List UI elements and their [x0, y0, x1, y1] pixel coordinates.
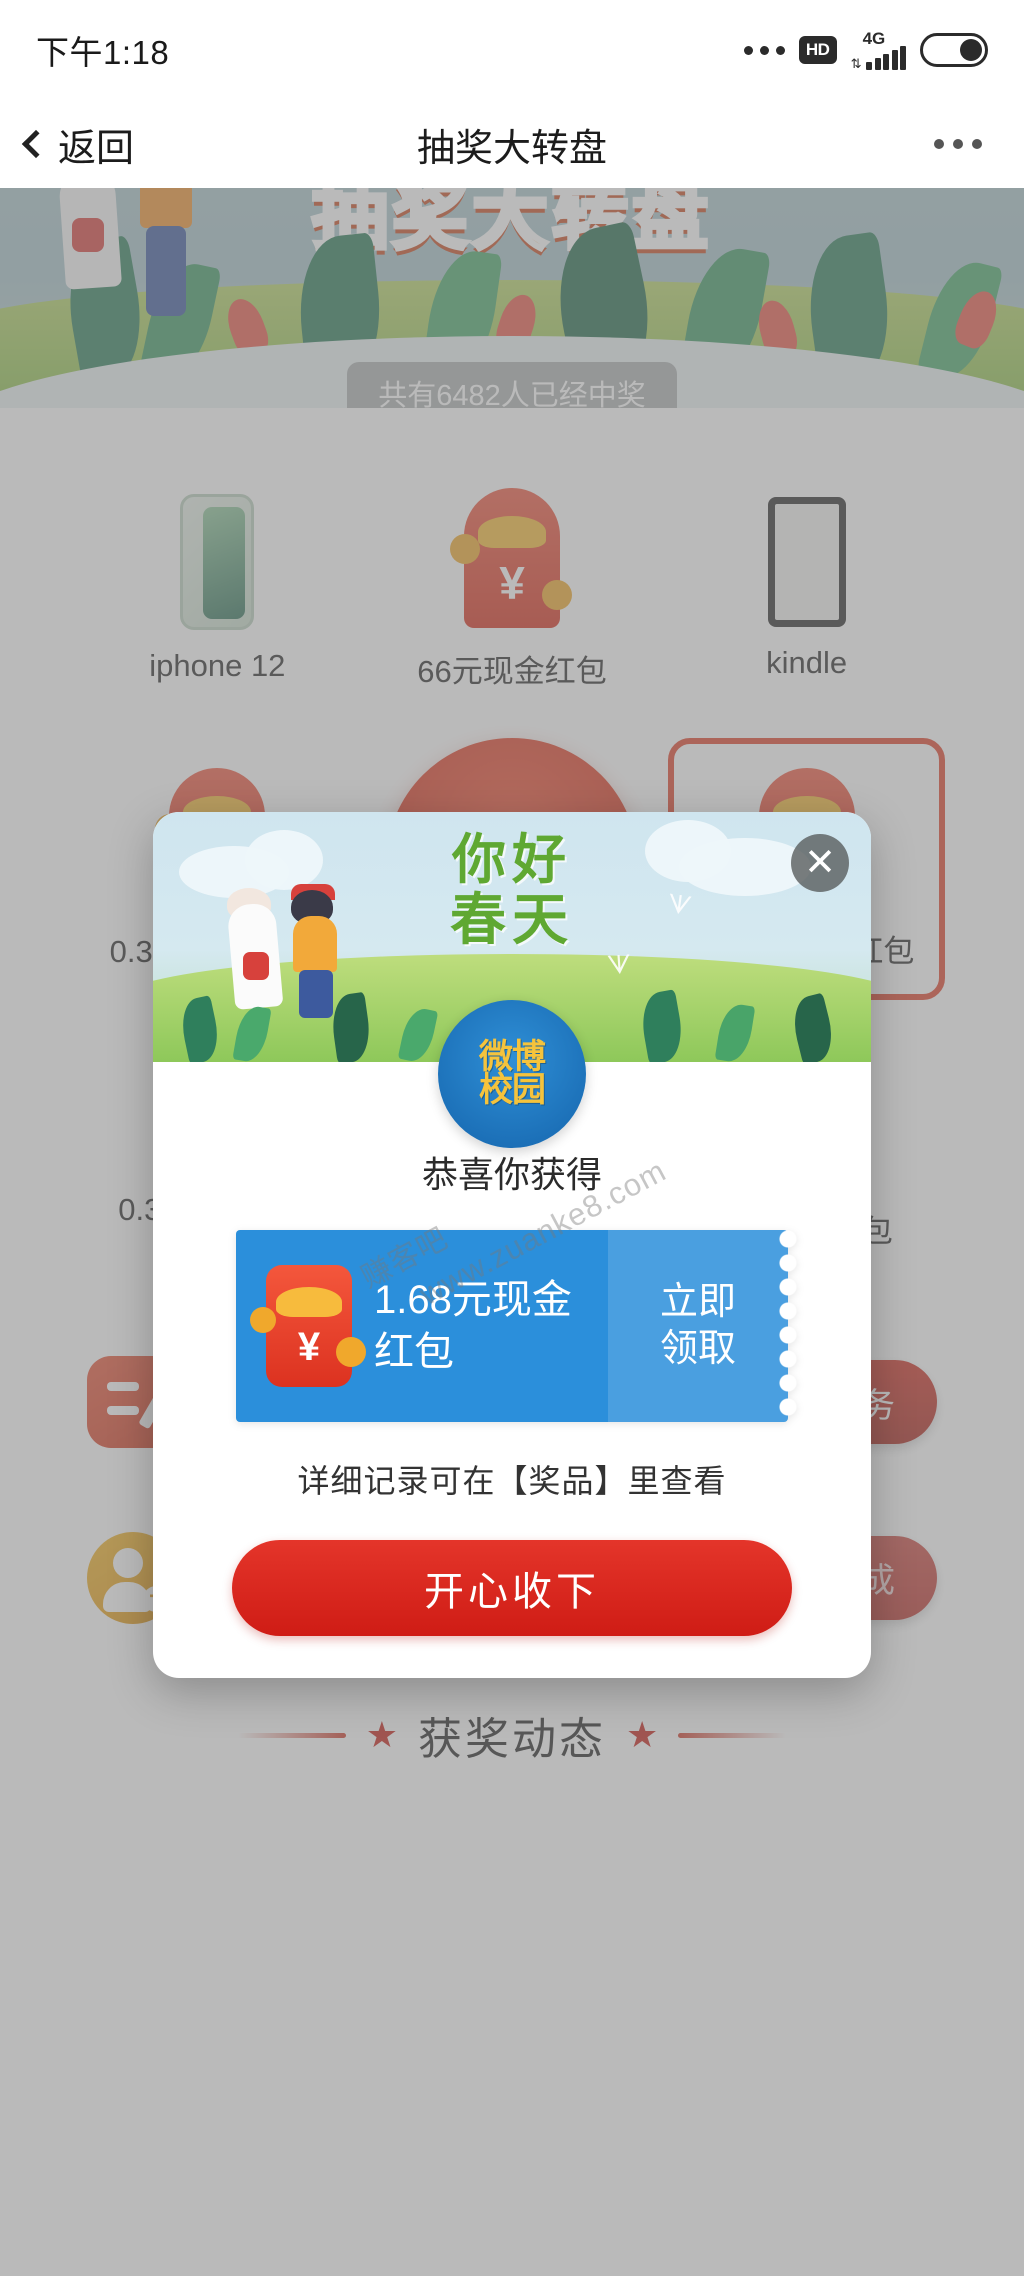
chevron-left-icon [21, 129, 51, 159]
winners-section-title: 获奖动态 [418, 1715, 606, 1765]
battery-icon [920, 33, 988, 67]
iphone-icon [180, 494, 255, 630]
prize-label: kindle [766, 645, 848, 680]
girl-illustration [293, 916, 337, 972]
network-label: 4G [862, 29, 886, 48]
prize-amount-line1: 1.68元现金 [374, 1278, 572, 1322]
congratulations-text: 恭喜你获得 [421, 1154, 602, 1195]
signal-bars-icon: ⇅ [850, 46, 906, 71]
girl-illustration [140, 188, 192, 228]
back-button[interactable]: 返回 [21, 117, 135, 172]
status-bar: 下午1:18 HD 4G ⇅ [0, 0, 1024, 100]
hero-banner: 抽奖大转盘 共有6482人已经中奖 [0, 188, 1024, 408]
status-bar-icons: HD 4G ⇅ [743, 30, 988, 70]
prize-ticket[interactable]: ¥ 1.68元现金 红包 立即 领取 [236, 1230, 797, 1422]
star-icon: ★ [365, 1714, 398, 1756]
nav-bar: 返回 抽奖大转盘 [0, 100, 1024, 188]
more-dots-icon [743, 45, 785, 55]
brand-badge: 微博 校园 [438, 1000, 586, 1148]
girl-illustration-legs [146, 226, 186, 316]
modal-hero-title-line1: 你好 [452, 830, 572, 890]
status-time: 下午1:18 [36, 34, 170, 71]
ticket-left-section: ¥ 1.68元现金 红包 [236, 1230, 608, 1422]
claim-label-line2: 领取 [659, 1328, 736, 1370]
data-transfer-icon: ⇅ [850, 56, 862, 71]
prize-cell[interactable]: iphone 12 [79, 458, 356, 720]
claim-label-line1: 立即 [659, 1280, 736, 1323]
hd-icon: HD [798, 36, 837, 64]
bird-icon: ᗐ [605, 949, 632, 981]
page-title: 抽奖大转盘 [416, 127, 607, 170]
claim-button-label: 立即 领取 [660, 1279, 736, 1374]
more-menu-button[interactable] [934, 139, 982, 149]
signal-4g-icon: 4G ⇅ [851, 30, 906, 70]
prize-record-note: 详细记录可在【奖品】里查看 [297, 1463, 727, 1499]
prize-cell[interactable]: ¥ 66元现金红包 [373, 458, 651, 720]
back-button-label: 返回 [58, 127, 135, 170]
close-icon[interactable]: ✕ [791, 834, 849, 892]
winner-count-badge: 共有6482人已经中奖 [347, 362, 677, 408]
accept-prize-button[interactable]: 开心收下 [232, 1540, 792, 1636]
brand-badge-text: 微博 校园 [479, 1040, 546, 1109]
divider-line-right [678, 1732, 787, 1738]
kindle-icon [767, 497, 846, 627]
bag-icon [72, 218, 104, 252]
red-packet-icon: ¥ [449, 487, 572, 628]
bag-icon [243, 952, 269, 980]
claim-button[interactable]: 立即 领取 [608, 1230, 797, 1422]
divider-line-left [237, 1732, 346, 1738]
winners-section-header: ★ 获奖动态 ★ [0, 1703, 1024, 1767]
girl-illustration-legs [299, 970, 333, 1018]
prize-cell[interactable]: kindle [668, 458, 945, 720]
brand-badge-line2: 校园 [479, 1071, 546, 1109]
prize-label: iphone 12 [149, 648, 286, 683]
prize-label: 66元现金红包 [417, 653, 607, 689]
prize-amount-line2: 红包 [374, 1330, 454, 1374]
app-root: 下午1:18 HD 4G ⇅ 返回 抽奖大转盘 抽奖大转盘 共有6482人已经中… [0, 0, 1024, 2276]
red-packet-icon: ¥ [250, 1265, 366, 1387]
prize-amount: 1.68元现金 红包 [374, 1274, 572, 1378]
prize-result-modal: 你好 春天 ᗐ ᗐ ✕ 微博 校园 恭喜你获得 ¥ 1.68元现金 红包 立即 … [153, 812, 871, 1678]
bird-icon: ᗐ [664, 888, 694, 922]
modal-body: 恭喜你获得 ¥ 1.68元现金 红包 立即 领取 详细记录可在【奖品】里查看 开… [153, 1062, 871, 1678]
star-icon: ★ [626, 1714, 659, 1756]
